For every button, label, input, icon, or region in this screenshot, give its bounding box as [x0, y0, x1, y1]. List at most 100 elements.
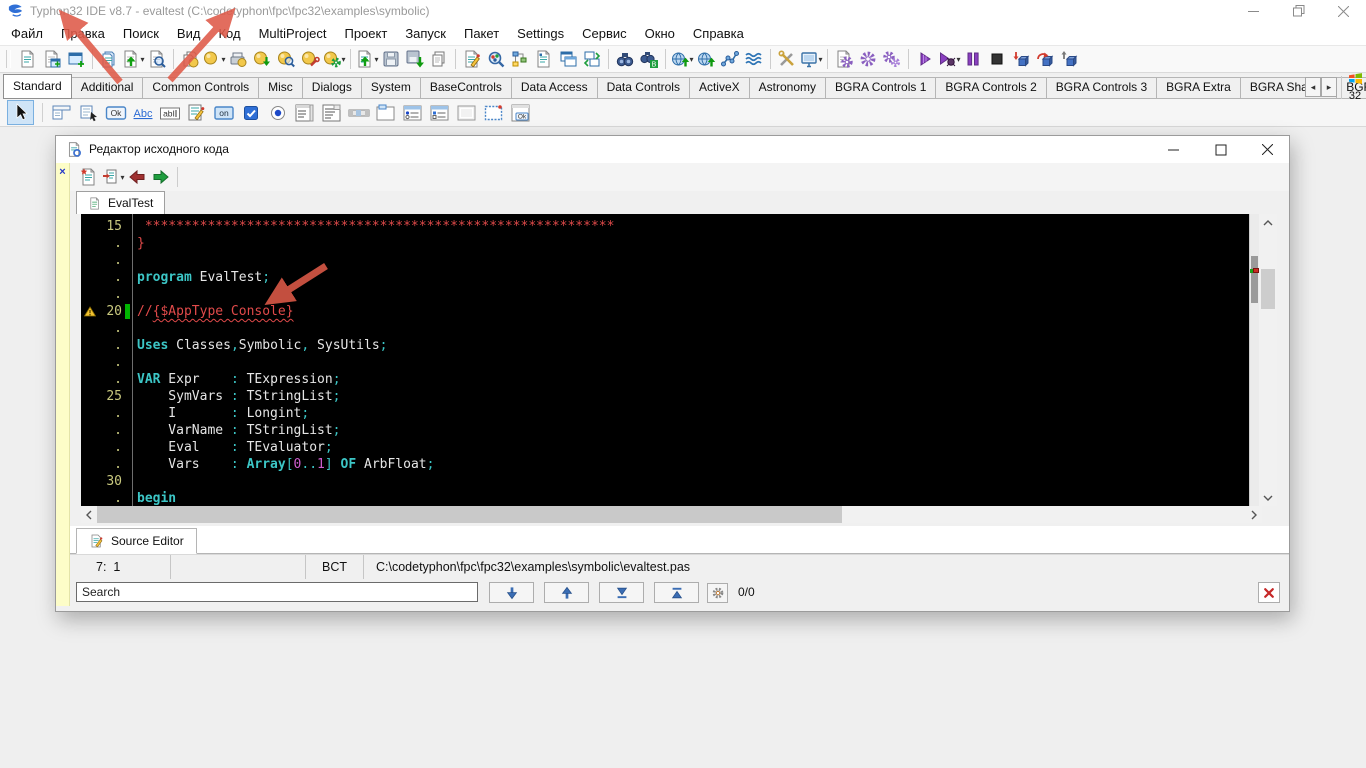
palette-tab[interactable]: BGRA Controls 1 — [825, 77, 936, 99]
dropdown-caret-icon[interactable]: ▾ — [956, 55, 960, 64]
code-line[interactable]: 20//{$AppType Console} — [81, 303, 1249, 320]
dropdown-caret-icon[interactable]: ▾ — [341, 55, 345, 64]
menu-item[interactable]: Пакет — [455, 22, 508, 45]
close-button[interactable] — [1321, 0, 1366, 22]
code-line[interactable]: 30 — [81, 473, 1249, 490]
component-mainmenu[interactable] — [48, 100, 75, 126]
horizontal-scroll-thumb[interactable] — [97, 506, 842, 523]
find-binoculars-icon[interactable] — [613, 47, 637, 71]
pause-icon[interactable] — [961, 47, 985, 71]
goto-include-icon[interactable]: ▾ — [101, 165, 125, 189]
upload-icon[interactable]: ▾ — [670, 47, 694, 71]
editor-close-button[interactable] — [1250, 136, 1284, 163]
palette-tab[interactable]: BGRA Extra — [1156, 77, 1241, 99]
palette-tab[interactable]: Data Access — [511, 77, 598, 99]
run-icon[interactable] — [913, 47, 937, 71]
component-popupmenu[interactable] — [75, 100, 102, 126]
palette-tab[interactable]: Additional — [71, 77, 144, 99]
edit-source-icon[interactable] — [460, 47, 484, 71]
code-line[interactable]: . Eval : TEvaluator; — [81, 439, 1249, 456]
new-window-icon[interactable] — [64, 47, 88, 71]
component-edit[interactable]: abI — [156, 100, 183, 126]
component-checkgroup[interactable] — [426, 100, 453, 126]
palette-tab[interactable]: ActiveX — [689, 77, 750, 99]
debug-icon[interactable]: ▾ — [937, 47, 961, 71]
project-inspector-icon[interactable] — [508, 47, 532, 71]
find-unit-icon[interactable] — [145, 47, 169, 71]
palette-tab[interactable]: Common Controls — [142, 77, 259, 99]
code-line[interactable]: 15 *************************************… — [81, 218, 1249, 235]
scroll-right-button[interactable] — [1246, 506, 1262, 523]
component-memo[interactable] — [183, 100, 210, 126]
package-install-icon[interactable] — [250, 47, 274, 71]
dropdown-caret-icon[interactable]: ▾ — [689, 55, 693, 64]
dropdown-caret-icon[interactable]: ▾ — [140, 55, 144, 64]
code-line[interactable]: .begin — [81, 490, 1249, 506]
component-listbox[interactable] — [291, 100, 318, 126]
code-line[interactable]: . — [81, 252, 1249, 269]
palette-tab[interactable]: Dialogs — [302, 77, 362, 99]
tab-source-editor[interactable]: Source Editor — [76, 528, 197, 554]
save-all-icon[interactable] — [403, 47, 427, 71]
dropdown-caret-icon[interactable]: ▾ — [120, 173, 124, 182]
find-first-button[interactable] — [654, 582, 699, 603]
dropdown-caret-icon[interactable]: ▾ — [221, 55, 225, 64]
find-last-button[interactable] — [599, 582, 644, 603]
find-in-files-icon[interactable]: B — [637, 47, 661, 71]
palette-tab[interactable]: System — [361, 77, 421, 99]
package-find-icon[interactable] — [274, 47, 298, 71]
package-files-icon[interactable] — [178, 47, 202, 71]
editor-titlebar[interactable]: Редактор исходного кода — [56, 136, 1289, 163]
component-panel[interactable] — [453, 100, 480, 126]
menu-item[interactable]: Правка — [52, 22, 114, 45]
overview-ruler[interactable] — [1249, 214, 1259, 506]
code-line[interactable]: . Vars : Array[0..1] OF ArbFloat; — [81, 456, 1249, 473]
open-unit-icon[interactable] — [97, 47, 121, 71]
package-build-icon[interactable]: ▾ — [322, 47, 346, 71]
package-config-icon[interactable] — [298, 47, 322, 71]
search-options-button[interactable] — [707, 583, 728, 603]
find-previous-button[interactable] — [544, 582, 589, 603]
code-explorer-icon[interactable] — [532, 47, 556, 71]
editor-maximize-button[interactable] — [1204, 136, 1238, 163]
step-into-icon[interactable] — [1009, 47, 1033, 71]
scroll-up-button[interactable] — [1259, 214, 1277, 231]
palette-tab[interactable]: Astronomy — [749, 77, 826, 99]
menu-item[interactable]: Вид — [168, 22, 210, 45]
component-checkbox[interactable] — [237, 100, 264, 126]
package-print-icon[interactable] — [226, 47, 250, 71]
minimize-button[interactable] — [1231, 0, 1276, 22]
window-swap-icon[interactable] — [580, 47, 604, 71]
target-monitor-icon[interactable]: ▾ — [799, 47, 823, 71]
stop-icon[interactable] — [985, 47, 1009, 71]
component-togglebox[interactable]: on — [210, 100, 237, 126]
component-select-pointer[interactable] — [7, 100, 34, 125]
find-next-button[interactable] — [489, 582, 534, 603]
menu-item[interactable]: Запуск — [396, 22, 455, 45]
palette-tab[interactable]: Misc — [258, 77, 303, 99]
vertical-scrollbar[interactable] — [1259, 214, 1277, 506]
code-line[interactable]: . — [81, 354, 1249, 371]
menu-item[interactable]: Код — [209, 22, 249, 45]
search-close-button[interactable] — [1258, 582, 1280, 603]
menu-item[interactable]: Проект — [335, 22, 396, 45]
search-input[interactable] — [76, 582, 478, 602]
code-line[interactable]: .} — [81, 235, 1249, 252]
palette-tab[interactable]: Data Controls — [597, 77, 690, 99]
component-label[interactable]: Abc — [129, 100, 156, 126]
copy-unit-icon[interactable] — [427, 47, 451, 71]
code-line[interactable]: .Uses Classes,Symbolic, SysUtils; — [81, 337, 1249, 354]
code-line[interactable]: . — [81, 286, 1249, 303]
window-list-icon[interactable] — [556, 47, 580, 71]
code-line[interactable]: 25 SymVars : TStringList; — [81, 388, 1249, 405]
water-flow-icon[interactable] — [742, 47, 766, 71]
editor-minimize-button[interactable] — [1156, 136, 1190, 163]
horizontal-scrollbar[interactable] — [81, 506, 1262, 523]
menu-item[interactable]: Поиск — [114, 22, 168, 45]
open-project-icon[interactable]: ▾ — [355, 47, 379, 71]
menu-item[interactable]: Файл — [2, 22, 52, 45]
nav-back-icon[interactable] — [125, 165, 149, 189]
upload-icon[interactable] — [694, 47, 718, 71]
build-icon[interactable] — [856, 47, 880, 71]
code-editor[interactable]: 15 *************************************… — [81, 214, 1249, 506]
